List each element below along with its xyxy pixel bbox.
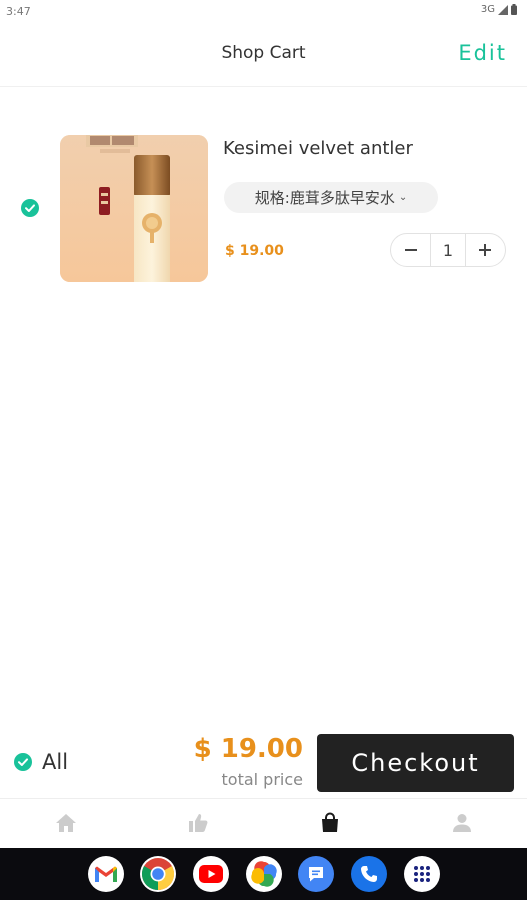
product-title[interactable]: Kesimei velvet antler (223, 138, 413, 159)
gmail-icon (95, 866, 117, 882)
product-image[interactable] (60, 135, 208, 282)
tab-bar (0, 798, 527, 848)
dock-chrome[interactable] (140, 856, 176, 892)
product-photo (60, 135, 208, 282)
select-all-toggle[interactable]: All (14, 750, 68, 774)
check-circle-icon (14, 753, 32, 771)
check-circle-icon (21, 199, 39, 217)
home-icon (56, 814, 76, 832)
battery-icon (511, 4, 517, 15)
dock-messages[interactable] (298, 856, 334, 892)
thumbs-up-icon (189, 814, 208, 832)
quantity-value[interactable]: 1 (430, 234, 466, 266)
profile-icon (453, 814, 471, 832)
cart-item: Kesimei velvet antler 规格:鹿茸多肽早安水 ⌄ $ 19.… (0, 118, 527, 298)
minus-icon (404, 249, 417, 251)
photos-icon (251, 861, 277, 887)
plus-icon (479, 244, 492, 256)
total-label: total price (221, 770, 304, 789)
network-type: 3G (480, 4, 495, 15)
system-dock (0, 848, 527, 900)
total-amount: $ 19.00 (193, 734, 303, 764)
product-price: $ 19.00 (225, 243, 284, 259)
item-select-checkbox[interactable] (21, 199, 39, 217)
chevron-down-icon: ⌄ (398, 192, 408, 203)
status-icons: 3G (481, 4, 517, 15)
dock-youtube[interactable] (193, 856, 229, 892)
tab-cart[interactable] (318, 811, 342, 835)
phone-icon (361, 866, 377, 882)
spec-label: 规格:鹿茸多肽早安水 (254, 189, 395, 207)
dock-phone[interactable] (351, 856, 387, 892)
decrease-quantity-button[interactable] (391, 234, 430, 266)
tab-home[interactable] (54, 811, 78, 835)
youtube-icon (199, 865, 223, 883)
signal-icon (498, 4, 508, 15)
select-all-checkbox[interactable] (14, 753, 32, 771)
app-drawer-icon (414, 866, 430, 882)
dock-photos[interactable] (246, 856, 282, 892)
select-all-label: All (42, 750, 69, 774)
dock-gmail[interactable] (88, 856, 124, 892)
messages-icon (309, 867, 323, 882)
page-title: Shop Cart (221, 43, 306, 63)
tab-profile[interactable] (450, 811, 474, 835)
dock-app-drawer[interactable] (404, 856, 440, 892)
quantity-stepper: 1 (390, 233, 506, 267)
edit-button[interactable]: Edit (458, 41, 507, 65)
chrome-icon (141, 858, 175, 891)
header: Shop Cart Edit (0, 22, 527, 87)
increase-quantity-button[interactable] (466, 234, 505, 266)
checkout-bar: All $ 19.00 total price Checkout (0, 726, 527, 798)
spec-selector[interactable]: 规格:鹿茸多肽早安水 ⌄ (224, 182, 438, 213)
status-time: 3:47 (6, 5, 31, 18)
status-bar: 3:47 3G (0, 0, 527, 22)
tab-recommend[interactable] (186, 811, 210, 835)
checkout-button[interactable]: Checkout (317, 734, 514, 792)
shopping-bag-icon (322, 812, 338, 832)
